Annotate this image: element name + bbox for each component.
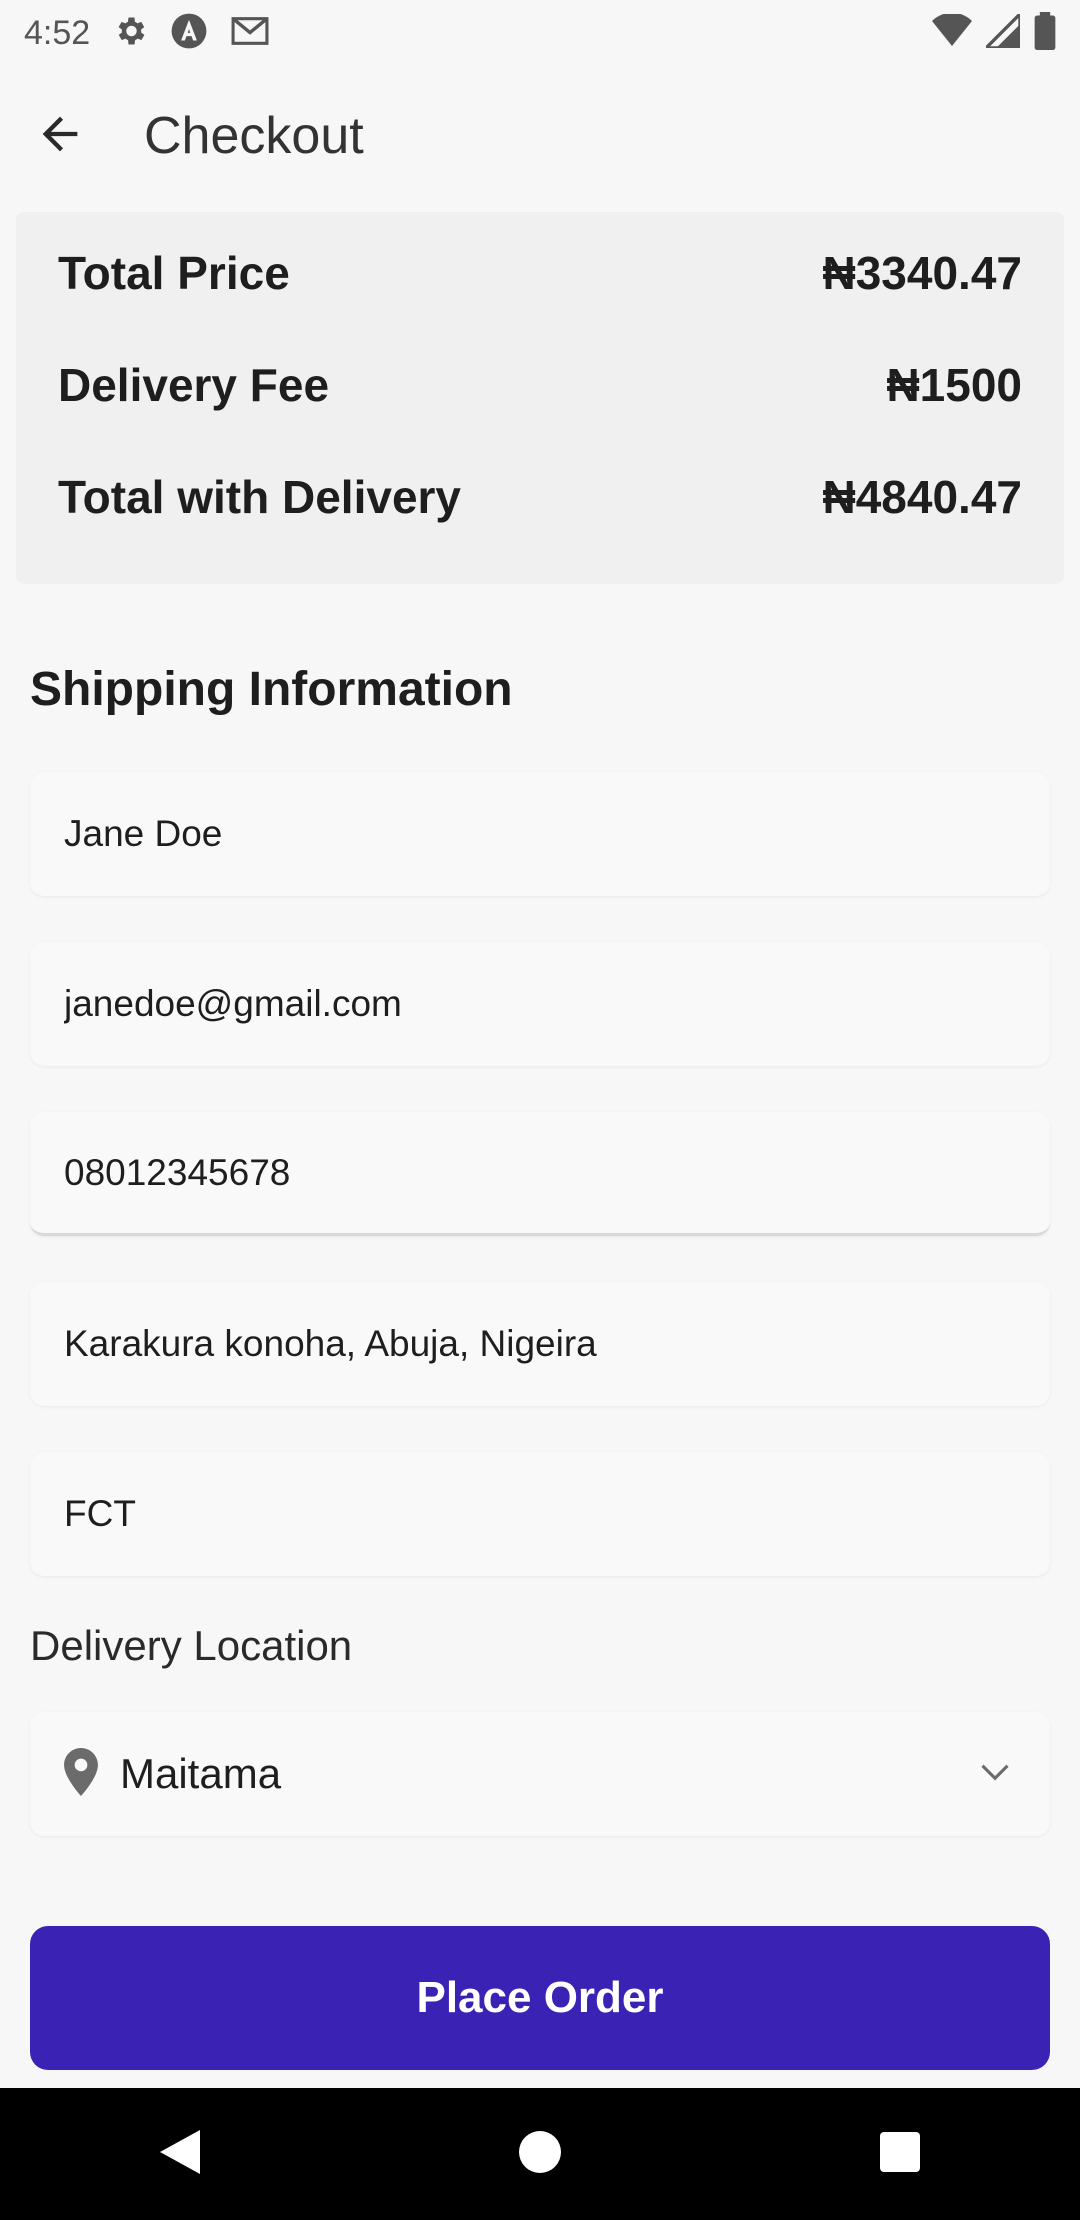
square-recents-icon xyxy=(880,2131,920,2177)
system-nav-bar xyxy=(0,2088,1080,2220)
status-time: 4:52 xyxy=(24,13,91,52)
total-price-row: Total Price ₦3340.47 xyxy=(58,238,1022,308)
phone-input[interactable] xyxy=(64,1151,1050,1194)
arrow-back-icon xyxy=(34,108,86,165)
state-field[interactable] xyxy=(30,1452,1050,1576)
phone-field[interactable] xyxy=(30,1112,1050,1236)
wifi-icon xyxy=(932,12,972,53)
settings-icon xyxy=(112,13,148,54)
nav-back-button[interactable] xyxy=(120,2094,240,2214)
address-field[interactable] xyxy=(30,1282,1050,1406)
total-with-delivery-label: Total with Delivery xyxy=(58,471,462,523)
name-input[interactable] xyxy=(64,813,1050,855)
app-bar: Checkout xyxy=(0,66,1080,206)
name-field[interactable] xyxy=(30,772,1050,896)
address-input[interactable] xyxy=(64,1323,1050,1365)
delivery-location-value: Maitama xyxy=(120,1750,282,1797)
total-price-value: ₦3340.47 xyxy=(822,247,1023,299)
price-summary-card: Total Price ₦3340.47 Delivery Fee ₦1500 … xyxy=(16,212,1064,584)
gmail-icon xyxy=(230,15,270,52)
delivery-location-dropdown[interactable]: Maitama xyxy=(30,1712,1050,1836)
page-title: Checkout xyxy=(144,107,364,165)
nav-recents-button[interactable] xyxy=(840,2094,960,2214)
status-left: 4:52 xyxy=(24,12,270,55)
status-bar: 4:52 xyxy=(0,0,1080,66)
chevron-down-icon xyxy=(980,1762,1010,1787)
delivery-fee-value: ₦1500 xyxy=(886,359,1022,411)
checkout-screen: 4:52 Checkout Total Price ₦3340.47 Deliv… xyxy=(0,0,1080,2220)
place-order-button[interactable]: Place Order xyxy=(30,1926,1050,2070)
email-input[interactable] xyxy=(64,983,1050,1025)
signal-icon xyxy=(981,9,1022,53)
total-with-delivery-value: ₦4840.47 xyxy=(822,471,1023,523)
delivery-fee-row: Delivery Fee ₦1500 xyxy=(58,350,1022,420)
total-with-delivery-row: Total with Delivery ₦4840.47 xyxy=(58,462,1022,532)
battery-icon xyxy=(1034,11,1056,55)
a-circle-icon xyxy=(170,12,208,55)
location-pin-icon xyxy=(64,1747,98,1801)
triangle-back-icon xyxy=(160,2129,200,2179)
delivery-fee-label: Delivery Fee xyxy=(58,359,330,411)
status-right xyxy=(932,9,1056,55)
back-button[interactable] xyxy=(0,76,120,196)
delivery-location-label: Delivery Location xyxy=(30,1622,353,1669)
circle-home-icon xyxy=(519,2130,561,2178)
nav-home-button[interactable] xyxy=(480,2094,600,2214)
shipping-heading: Shipping Information xyxy=(30,663,513,716)
total-price-label: Total Price xyxy=(58,247,290,299)
state-input[interactable] xyxy=(64,1493,1050,1535)
email-field[interactable] xyxy=(30,942,1050,1066)
